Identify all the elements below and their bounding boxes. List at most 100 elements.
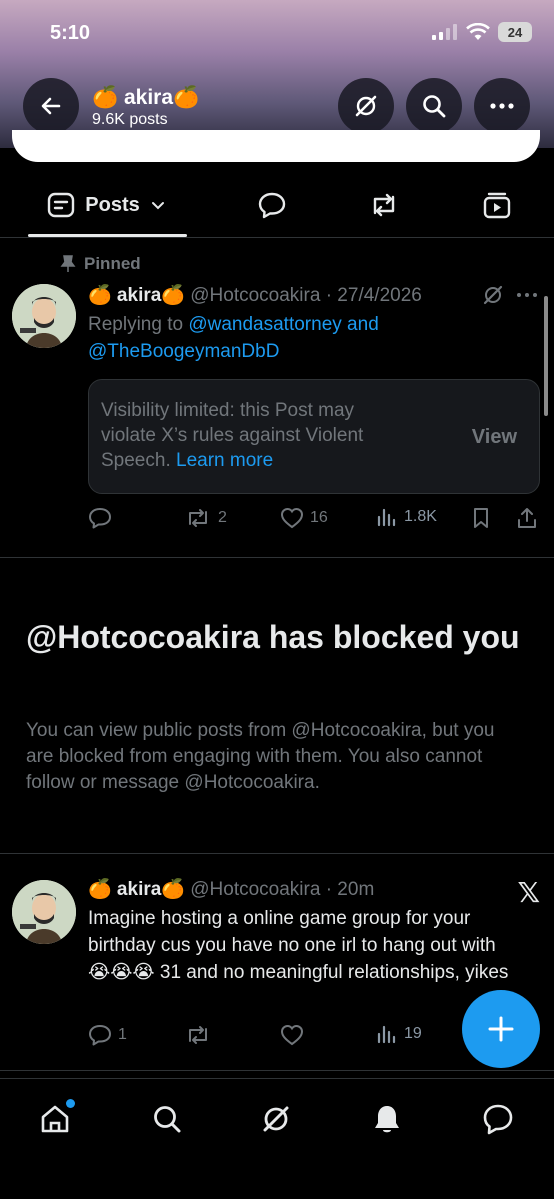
author-name[interactable]: 🍊 akira🍊 (88, 285, 185, 306)
heart-icon (280, 1024, 304, 1046)
pinned-label: Pinned (84, 254, 141, 273)
grok-button[interactable] (338, 78, 394, 134)
posts-tab-icon (48, 192, 75, 218)
nav-search[interactable] (149, 1101, 185, 1137)
author-handle-time: @Hotcocoakira · 20m (190, 879, 375, 900)
plus-icon (488, 1016, 514, 1042)
like-button[interactable]: 16 (280, 507, 328, 529)
tab-replies[interactable] (250, 172, 294, 238)
mention-link[interactable]: @TheBoogeymanDbD (88, 341, 279, 362)
tab-posts[interactable]: Posts (28, 172, 187, 238)
home-icon (41, 1105, 69, 1133)
reply-icon (89, 508, 111, 529)
bell-icon (375, 1106, 399, 1133)
more-icon (490, 103, 514, 109)
grok-icon[interactable] (482, 284, 504, 306)
nav-messages[interactable] (480, 1101, 516, 1137)
replying-to: Replying to @wandasattorney and @TheBoog… (88, 311, 518, 365)
avatar[interactable] (12, 284, 76, 348)
pinned-indicator: Pinned (60, 254, 141, 274)
search-icon (154, 1106, 181, 1133)
active-tab-indicator (28, 234, 187, 237)
post-more-icon[interactable] (516, 292, 538, 298)
blocked-description: You can view public posts from @Hotcocoa… (26, 720, 495, 793)
heart-icon (280, 507, 304, 529)
blocked-title: @Hotcocoakira has blocked you (26, 619, 520, 655)
post-actions: 2 16 1.8K (88, 507, 538, 531)
notification-dot (66, 1099, 75, 1108)
compose-button[interactable] (462, 990, 540, 1068)
share-button[interactable] (516, 507, 538, 529)
tab-reposts[interactable] (362, 172, 406, 238)
like-button[interactable] (280, 1024, 304, 1046)
tab-media[interactable] (475, 172, 519, 238)
status-icons: 24 (432, 22, 532, 42)
divider (0, 853, 554, 854)
reply-button[interactable]: 1 (88, 1024, 127, 1046)
repost-tab-icon (373, 193, 395, 217)
bookmark-button[interactable] (471, 507, 491, 529)
repost-icon (189, 1026, 207, 1044)
reply-tab-icon (258, 192, 286, 219)
views-icon (377, 1025, 396, 1044)
arrow-left-icon (41, 97, 61, 115)
nav-notifications[interactable] (369, 1101, 405, 1137)
profile-name: 🍊 akira🍊 (92, 86, 200, 109)
pin-icon (60, 255, 76, 272)
profile-header: 5:10 24 🍊 akira🍊 9.6K posts (0, 0, 554, 148)
nav-home[interactable] (37, 1099, 75, 1137)
replying-prefix: Replying to (88, 314, 189, 335)
avatar-image (12, 880, 76, 944)
chevron-down-icon (151, 202, 164, 210)
divider (0, 557, 554, 558)
media-tab-icon (483, 192, 511, 219)
nav-grok[interactable] (258, 1101, 294, 1137)
bookmark-icon (474, 508, 488, 528)
more-button[interactable] (474, 78, 530, 134)
learn-more-link[interactable]: Learn more (176, 450, 273, 471)
author-name[interactable]: 🍊 akira🍊 (88, 879, 185, 900)
limited-notice-text: Visibility limited: this Post may violat… (101, 398, 411, 473)
share-icon (518, 508, 536, 528)
post-author-line: 🍊 akira🍊 @Hotcocoakira · 27/4/2026 (88, 283, 422, 307)
views-count: 19 (404, 1025, 422, 1042)
avatar[interactable] (12, 880, 76, 944)
wifi-icon (466, 23, 490, 40)
battery-indicator: 24 (498, 22, 532, 42)
views-button[interactable]: 19 (376, 1024, 422, 1044)
posts-count: 9.6K posts (92, 111, 168, 128)
divider (0, 1070, 554, 1071)
repost-count: 2 (218, 509, 227, 526)
views-button[interactable]: 1.8K (376, 507, 437, 527)
avatar-image (12, 284, 76, 348)
replying-and: and (341, 314, 379, 335)
views-count: 1.8K (404, 508, 437, 525)
grok-icon (263, 1106, 289, 1132)
tab-posts-label: Posts (85, 193, 140, 216)
x-logo-icon: 𝕏 (517, 877, 540, 908)
repost-icon (189, 509, 207, 527)
reply-button[interactable] (88, 507, 112, 529)
post-text: Imagine hosting a online game group for … (88, 908, 509, 983)
profile-card-edge (12, 130, 540, 162)
profile-tabs: Posts (0, 172, 554, 238)
search-button[interactable] (406, 78, 462, 134)
reply-icon (89, 1025, 111, 1046)
mention-link[interactable]: @wandasattorney (188, 314, 341, 335)
search-icon (423, 95, 446, 118)
post-author-line: 🍊 akira🍊 @Hotcocoakira · 20m (88, 877, 374, 901)
author-handle-date: @Hotcocoakira · 27/4/2026 (190, 285, 422, 306)
repost-button[interactable]: 2 (184, 507, 227, 529)
view-button[interactable]: View (472, 426, 517, 449)
back-button[interactable] (23, 78, 79, 134)
visibility-limited-notice: Visibility limited: this Post may violat… (88, 379, 540, 494)
message-icon (483, 1104, 513, 1135)
grok-icon (355, 95, 377, 117)
repost-button[interactable] (184, 1024, 212, 1046)
scrollbar[interactable] (544, 296, 548, 416)
like-count: 16 (310, 509, 328, 526)
views-icon (377, 508, 396, 527)
bottom-nav (0, 1078, 554, 1199)
reply-count: 1 (118, 1026, 127, 1043)
status-time: 5:10 (50, 22, 91, 44)
